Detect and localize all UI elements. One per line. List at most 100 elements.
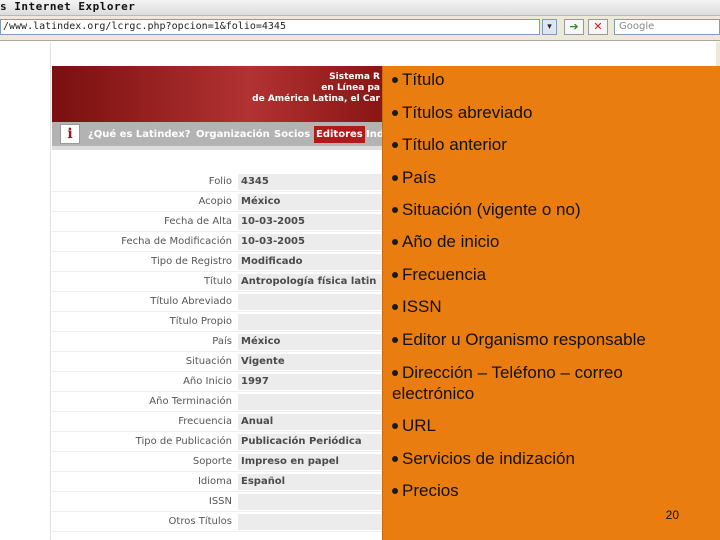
field-value: Vigente [238, 354, 391, 370]
bullet-item-url: URL [392, 416, 436, 436]
field-value: Modificado [238, 254, 391, 270]
browser-title-bar: s Internet Explorer [0, 0, 720, 16]
bullet-dot-icon [392, 174, 398, 181]
bullet-dot-icon [392, 487, 398, 494]
field-value [238, 294, 391, 310]
address-bar[interactable]: /www.latindex.org/lcrgc.php?opcion=1&fol… [0, 19, 540, 35]
record-row-tipo-registro: Tipo de Registro Modificado [52, 252, 391, 272]
field-label: Título Propio [169, 316, 232, 327]
field-label: Acopio [198, 196, 232, 207]
bullet-dot-icon [392, 76, 398, 83]
bullet-text: Títulos abreviado [402, 103, 533, 122]
field-value: Publicación Periódica [238, 434, 391, 450]
bullet-dot-icon [392, 206, 398, 213]
field-value: 10-03-2005 [238, 234, 391, 250]
bullet-text: Editor u Organismo responsable [402, 330, 646, 349]
bullet-text: ISSN [402, 297, 442, 316]
record-row-acopio: Acopio México [52, 192, 391, 212]
stop-icon[interactable]: ✕ [588, 19, 608, 35]
bullet-text: URL [402, 416, 437, 435]
row-divider [52, 531, 382, 532]
field-label: Frecuencia [178, 416, 232, 427]
bullet-text: Dirección – Teléfono – correo [402, 363, 623, 382]
record-row-ano-terminacion: Año Terminación [52, 392, 391, 412]
record-row-otros-titulos: Otros Títulos [52, 512, 391, 532]
bullet-text: Situación (vigente o no) [402, 200, 581, 219]
record-row-ano-inicio: Año Inicio 1997 [52, 372, 391, 392]
bullet-text: electrónico [392, 384, 475, 403]
bullet-item-titulos-abreviado: Títulos abreviado [392, 103, 532, 123]
field-label: Fecha de Alta [164, 216, 232, 227]
record-row-tipo-publicacion: Tipo de Publicación Publicación Periódica [52, 432, 391, 452]
field-value: Impreso en papel [238, 454, 391, 470]
bullet-item-situacion: Situación (vigente o no) [392, 200, 581, 220]
bullet-text: Frecuencia [402, 265, 487, 284]
record-row-fecha-modificacion: Fecha de Modificación 10-03-2005 [52, 232, 391, 252]
bullet-item-titulo: Título [392, 70, 445, 90]
bullet-dot-icon [392, 109, 398, 116]
field-value: 1997 [238, 374, 391, 390]
menu-item-organizacion[interactable]: Organización [194, 126, 272, 143]
search-input[interactable]: Google [614, 19, 720, 35]
field-value: Español [238, 474, 391, 490]
bullet-item-issn: ISSN [392, 297, 442, 317]
bullet-item-frecuencia: Frecuencia [392, 265, 486, 285]
record-row-fecha-alta: Fecha de Alta 10-03-2005 [52, 212, 391, 232]
record-row-soporte: Soporte Impreso en papel [52, 452, 391, 472]
bullet-item-direccion-cont: electrónico [392, 384, 474, 404]
bullet-text: Título anterior [402, 135, 507, 154]
bullet-item-precios: Precios [392, 481, 459, 501]
bullet-dot-icon [392, 455, 398, 462]
banner-line-3: de América Latina, el Car [252, 94, 380, 104]
field-label: Folio [208, 176, 232, 187]
bullet-item-direccion: Dirección – Teléfono – correo [392, 363, 623, 383]
record-row-pais: País México [52, 332, 391, 352]
address-toolbar: /www.latindex.org/lcrgc.php?opcion=1&fol… [0, 16, 720, 41]
record-row-folio: Folio 4345 [52, 172, 391, 192]
record-row-titulo-abreviado: Título Abreviado [52, 292, 391, 312]
field-label: Tipo de Registro [151, 256, 232, 267]
bullet-text: Año de inicio [402, 232, 500, 251]
page-number: 20 [665, 508, 679, 522]
left-blank-pane [0, 42, 51, 540]
menu-item-socios[interactable]: Socios [272, 126, 312, 143]
field-value: México [238, 334, 391, 350]
bullet-dot-icon [392, 303, 398, 310]
field-label: Fecha de Modificación [121, 236, 232, 247]
bullet-dot-icon [392, 369, 398, 376]
address-dropdown-icon[interactable]: ▾ [542, 19, 557, 35]
record-row-titulo: Título Antropología física latin [52, 272, 391, 292]
bullet-text: País [402, 168, 437, 187]
bullet-dot-icon [392, 336, 398, 343]
field-value [238, 314, 391, 330]
field-value [238, 514, 391, 530]
bullet-text: Precios [402, 481, 459, 500]
field-value [238, 394, 391, 410]
window-title: s Internet Explorer [0, 0, 136, 13]
bullet-dot-icon [392, 141, 398, 148]
field-value: Antropología física latin [238, 274, 391, 290]
bullet-item-servicios: Servicios de indización [392, 449, 575, 469]
field-label: Título [203, 276, 232, 287]
go-icon[interactable]: ➔ [564, 19, 584, 35]
menu-item-que-es[interactable]: ¿Qué es Latindex? [86, 126, 193, 143]
bullet-text: Título [402, 70, 445, 89]
record-row-idioma: Idioma Español [52, 472, 391, 492]
bullet-item-ano-inicio: Año de inicio [392, 232, 499, 252]
bullet-text: Servicios de indización [402, 449, 575, 468]
latindex-page: Sistema R en Línea pa de América Latina,… [52, 66, 391, 540]
banner-line-1: Sistema R [329, 72, 380, 82]
field-value: 10-03-2005 [238, 214, 391, 230]
field-label: ISSN [208, 496, 232, 507]
record-row-frecuencia: Frecuencia Anual [52, 412, 391, 432]
menu-item-editores[interactable]: Editores [314, 126, 365, 143]
record-row-issn: ISSN [52, 492, 391, 512]
field-label: País [212, 336, 232, 347]
bullet-panel: Título Títulos abreviado Título anterior… [382, 66, 720, 540]
field-label: Soporte [192, 456, 232, 467]
bullet-dot-icon [392, 238, 398, 245]
field-label: Título Abreviado [150, 296, 232, 307]
bullet-item-titulo-anterior: Título anterior [392, 135, 507, 155]
bullet-dot-icon [392, 271, 398, 278]
bullet-item-editor: Editor u Organismo responsable [392, 330, 646, 350]
